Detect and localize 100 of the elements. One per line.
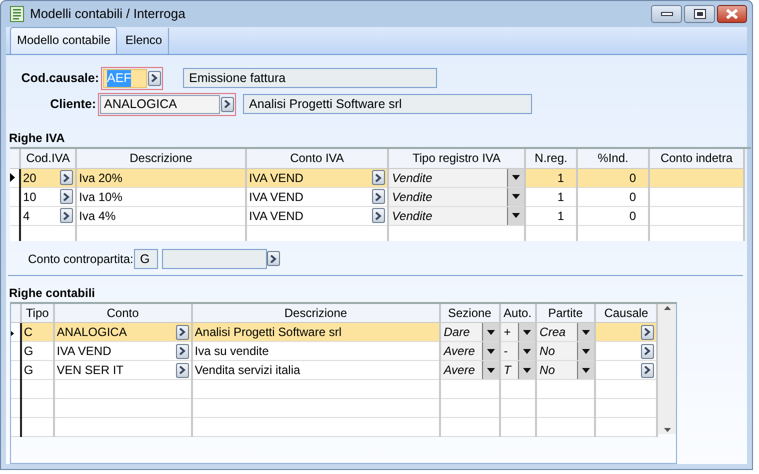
cell-text: IVA VEND [249, 188, 304, 205]
column-header: N.reg. [534, 151, 568, 166]
grid-row[interactable]: G IVA VEND Iva su vendite Avere - No [11, 342, 658, 361]
grid-row[interactable]: G VEN SER IT Vendita servizi italia Avere T No [11, 360, 658, 380]
chevron-icon [224, 100, 231, 108]
cell-text: 0 [629, 190, 636, 204]
lookup-button[interactable] [60, 170, 73, 185]
grid-row[interactable]: 4 Iva 4% IVA VEND Vendite 1 0 [10, 206, 744, 225]
column-header: Sezione [448, 306, 492, 320]
cell-text: IVA VEND [249, 208, 304, 224]
lookup-button[interactable] [267, 251, 280, 266]
scroll-down-icon [664, 428, 671, 432]
account-field[interactable] [162, 248, 267, 269]
chevron-icon [644, 366, 652, 374]
scroll-up-icon [664, 306, 671, 310]
cell-text: 1 [557, 208, 564, 222]
chevron-icon [63, 192, 70, 200]
chevron-icon [63, 174, 70, 182]
description-field: Emissione fattura [183, 68, 437, 88]
column-header: %Ind. [598, 151, 628, 166]
combo-box[interactable]: No [536, 342, 594, 360]
cell-text: G [22, 363, 34, 378]
row-pointer-icon [11, 331, 14, 336]
cell-text: 0 [629, 170, 636, 184]
caret-icon [582, 368, 590, 373]
column-header: Tipo registro IVA [412, 151, 501, 166]
combo-box[interactable]: Avere [440, 361, 498, 379]
chevron-icon [178, 347, 186, 356]
lookup-button[interactable] [60, 189, 73, 204]
caret-icon [582, 330, 590, 335]
cell-text: 20 [23, 170, 38, 186]
lookup-button[interactable] [641, 344, 654, 359]
column-header: Causale [604, 306, 648, 320]
cell-text: Iva 20% [78, 170, 122, 184]
chevron-icon [270, 254, 277, 263]
lookup-button[interactable] [60, 208, 73, 223]
minimize-button[interactable] [651, 5, 682, 23]
lookup-button[interactable] [176, 324, 189, 340]
lookup-button[interactable] [372, 189, 385, 204]
tab[interactable]: Modello contabile [10, 27, 118, 54]
lookup-button[interactable] [372, 170, 385, 185]
combo-box[interactable]: Vendite [389, 168, 523, 186]
caret-icon [512, 213, 520, 218]
lookup-button[interactable] [176, 362, 189, 378]
caret-icon [582, 348, 590, 354]
caret-icon [522, 368, 531, 373]
caret-icon [512, 194, 520, 199]
type-field: G [134, 248, 158, 269]
grid-row[interactable]: C ANALOGICA Analisi Progetti Software srl Dare + Crea [11, 322, 658, 342]
combo-box[interactable]: Vendite [389, 188, 523, 205]
combo-box[interactable]: T [500, 361, 534, 379]
close-button[interactable] [717, 5, 747, 23]
cell-text: Analisi Progetti Software srl [194, 325, 342, 340]
column-header: Cod.IVA [26, 151, 70, 166]
close-icon [726, 9, 738, 19]
combo-box[interactable]: Avere [440, 342, 498, 360]
lookup-button[interactable] [641, 362, 654, 378]
field-label: Cliente: [49, 96, 97, 113]
caret-icon [486, 348, 495, 354]
chevron-icon [375, 212, 382, 220]
lookup-button[interactable] [372, 208, 385, 223]
field-label: Cod.causale: [20, 70, 100, 87]
combo-box[interactable]: - [500, 342, 534, 360]
grid-row[interactable]: 10 Iva 10% IVA VEND Vendite 1 0 [10, 187, 744, 206]
combo-box[interactable]: No [536, 361, 594, 379]
scrollbar[interactable] [658, 304, 676, 434]
lookup-button[interactable] [221, 96, 234, 112]
window-title: Modelli contabili / Interroga [30, 5, 186, 24]
caret-icon [522, 348, 531, 354]
cell-text: Vendita servizi italia [194, 363, 300, 378]
chevron-icon [644, 347, 652, 356]
chevron-icon [151, 74, 158, 82]
cell-text: IVA VEND [56, 343, 112, 360]
combo-box[interactable]: Vendite [389, 206, 523, 224]
column-header: Conto [106, 306, 139, 320]
lookup-button[interactable] [641, 324, 654, 340]
cell-text: IVA VEND [249, 170, 304, 186]
grid-row[interactable]: 20 Iva 20% IVA VEND Vendite 1 0 [10, 168, 744, 187]
chevron-icon [63, 212, 70, 220]
row-pointer-icon [10, 172, 15, 182]
cell-text: 1 [557, 170, 564, 184]
input-field[interactable]: ANALOGICA [100, 94, 220, 114]
cell-text: 0 [629, 208, 636, 222]
column-header: Descrizione [130, 151, 192, 166]
maximize-button[interactable] [684, 5, 715, 23]
cell-text: 10 [23, 188, 38, 205]
ledger-icon [10, 6, 24, 22]
column-header: Conto indetra [660, 151, 733, 166]
lookup-button[interactable] [148, 70, 161, 86]
caret-icon [486, 330, 495, 335]
tab[interactable]: Elenco [119, 28, 170, 54]
combo-box[interactable]: Crea [536, 323, 594, 341]
combo-box[interactable]: + [500, 323, 534, 341]
cell-text: G [22, 344, 34, 358]
combo-box[interactable]: Dare [440, 323, 498, 341]
section-title: Righe IVA [8, 131, 66, 145]
column-header: Partite [548, 306, 583, 320]
section-title: Righe contabili [8, 286, 96, 300]
cell-text: Iva 10% [78, 190, 122, 204]
lookup-button[interactable] [176, 344, 189, 359]
